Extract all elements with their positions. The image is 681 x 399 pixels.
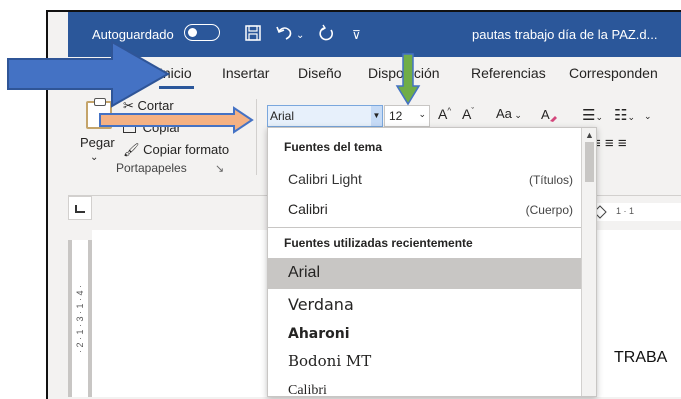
font-option-arial[interactable]: Arial (268, 258, 581, 289)
format-painter-label: Copiar formato (143, 142, 230, 157)
tab-insertar[interactable]: Insertar (222, 65, 269, 81)
theme-fonts-header: Fuentes del tema (284, 140, 383, 154)
dropdown-scrollbar[interactable]: ▲ (581, 128, 596, 396)
orange-arrow-icon (99, 106, 254, 134)
scroll-up-icon[interactable]: ▲ (585, 130, 594, 140)
vertical-ruler: · 2 · 1 · 3 · 1 · 4 · (68, 240, 92, 397)
tab-correspondencia[interactable]: Corresponden (569, 65, 658, 81)
svg-text:A: A (541, 107, 550, 122)
recent-fonts-header: Fuentes utilizadas recientemente (284, 236, 473, 250)
tab-diseno[interactable]: Diseño (298, 65, 342, 81)
font-option-tag: (Títulos) (528, 173, 573, 187)
font-option-name: Bodoni MT (288, 352, 372, 370)
blue-arrow-icon (7, 40, 171, 108)
autosave-toggle[interactable] (184, 24, 220, 41)
dropdown-divider (268, 227, 581, 228)
font-dropdown-icon[interactable]: ▼ (371, 106, 382, 126)
font-option-bodoni[interactable]: Bodoni MT (268, 347, 581, 377)
grow-font-button[interactable]: A^ (438, 106, 451, 122)
font-option-calibri[interactable]: Calibri (Cuerpo) (268, 196, 581, 226)
font-option-name: Calibri (288, 201, 328, 217)
font-name-value: Arial (270, 109, 295, 123)
tab-referencias[interactable]: Referencias (471, 65, 546, 81)
font-option-name: Verdana (288, 295, 354, 314)
align-icon[interactable]: ≡ ≡ ≡ (592, 135, 627, 152)
document-text: TRABA (614, 349, 668, 366)
clear-formatting-icon[interactable]: A (540, 106, 558, 127)
font-option-tag: (Cuerpo) (525, 203, 573, 217)
font-size-box[interactable]: 12 ⌄ (384, 105, 430, 127)
bullets-icon[interactable]: ☰⌄ (582, 106, 603, 124)
horizontal-ruler-marks: 1 · 1 (616, 206, 635, 216)
font-size-dropdown-icon[interactable]: ⌄ (418, 109, 426, 120)
font-size-value: 12 (389, 109, 403, 123)
font-name-box[interactable]: Arial ▼ (267, 105, 383, 127)
undo-dropdown-icon[interactable]: ⌄ (296, 26, 304, 46)
customize-qat-icon[interactable]: ⊽ (352, 25, 361, 45)
redo-icon[interactable] (318, 24, 336, 47)
vertical-ruler-marks: · 2 · 1 · 3 · 1 · 4 · (75, 284, 85, 353)
tab-selector-icon[interactable] (68, 196, 92, 220)
save-icon[interactable] (244, 24, 262, 47)
format-painter-button[interactable]: 🖌 Copiar formato (123, 142, 229, 158)
clipboard-launcher-icon[interactable]: ↘ (215, 162, 224, 175)
document-title: pautas trabajo día de la PAZ.d... (472, 27, 658, 42)
clipboard-group-label: Portapapeles (116, 161, 187, 175)
shrink-font-button[interactable]: Aˇ (462, 106, 474, 122)
font-option-name: Calibri (288, 383, 327, 397)
multilevel-list-icon[interactable]: ⌄ (644, 106, 652, 123)
horizontal-ruler: 1 · 1 (586, 203, 681, 221)
undo-icon[interactable] (274, 24, 294, 47)
green-arrow-icon (395, 53, 421, 106)
font-option-verdana[interactable]: Verdana (268, 290, 581, 320)
font-option-calibri-light[interactable]: Calibri Light (Títulos) (268, 166, 581, 196)
group-divider (256, 99, 257, 175)
numbering-icon[interactable]: ☷⌄ (614, 106, 635, 124)
scroll-thumb[interactable] (585, 142, 594, 182)
font-option-name: Aharoni (288, 326, 350, 342)
font-option-name: Arial (288, 264, 321, 281)
paste-dropdown-icon[interactable]: ⌄ (90, 152, 98, 163)
font-option-name: Calibri Light (288, 171, 362, 187)
paste-button[interactable]: Pegar (80, 135, 115, 150)
change-case-button[interactable]: Aa ⌄ (496, 106, 522, 121)
brush-icon: 🖌 (123, 142, 140, 157)
font-option-calibri-recent[interactable]: Calibri (268, 378, 581, 397)
font-dropdown-list: Fuentes del tema Calibri Light (Títulos)… (267, 127, 597, 397)
change-case-label: Aa (496, 106, 512, 121)
